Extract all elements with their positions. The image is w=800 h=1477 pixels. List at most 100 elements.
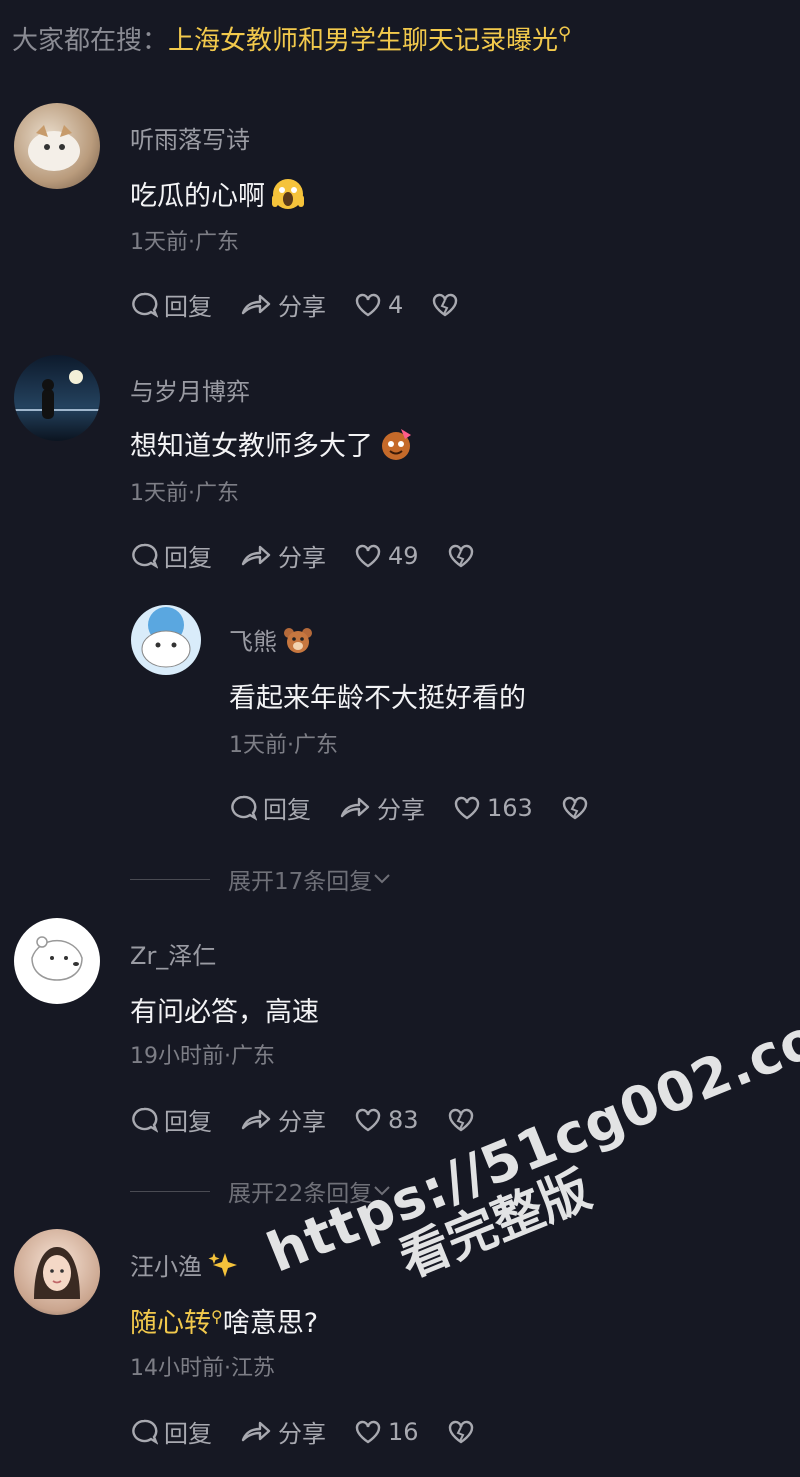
share-label: 分享 bbox=[278, 1420, 326, 1448]
speech-bubble-icon bbox=[231, 795, 257, 821]
dislike-button[interactable] bbox=[447, 543, 481, 569]
search-icon: ⚲ bbox=[211, 1307, 223, 1326]
comment-actions: 回复 分享 16 bbox=[130, 1414, 509, 1449]
search-link[interactable]: 随心转 bbox=[130, 1308, 211, 1339]
reply-label: 回复 bbox=[164, 544, 212, 572]
like-button[interactable]: 83 bbox=[354, 1106, 419, 1134]
heart-icon bbox=[355, 1420, 381, 1443]
like-count: 4 bbox=[388, 290, 404, 319]
reply-author[interactable]: 飞熊 bbox=[229, 622, 313, 660]
like-count: 83 bbox=[388, 1105, 419, 1134]
like-button[interactable]: 16 bbox=[354, 1418, 419, 1446]
expand-replies-button[interactable]: 展开17条回复 bbox=[130, 862, 392, 896]
avatar[interactable] bbox=[14, 103, 100, 189]
avatar[interactable] bbox=[14, 918, 100, 1004]
share-arrow-icon bbox=[241, 1421, 271, 1441]
reply-author-name: 飞熊 bbox=[229, 628, 277, 656]
like-button[interactable]: 49 bbox=[354, 542, 419, 570]
broken-heart-icon bbox=[448, 1420, 473, 1443]
share-label: 分享 bbox=[377, 796, 425, 824]
comment-text: 随心转⚲啥意思? bbox=[130, 1301, 318, 1340]
reply-label: 回复 bbox=[263, 796, 311, 824]
comment-text: 有问必答，高速 bbox=[130, 997, 319, 1028]
search-prefix: 大家都在搜： bbox=[12, 26, 169, 56]
polar-bear-avatar-icon bbox=[31, 936, 83, 981]
search-suggestion-bar[interactable]: 大家都在搜：上海女教师和男学生聊天记录曝光⚲ bbox=[12, 20, 571, 57]
sparkles-emoji-icon bbox=[208, 1250, 238, 1286]
like-button[interactable]: 163 bbox=[453, 794, 533, 822]
comment-author[interactable]: Zr_泽仁 bbox=[130, 936, 216, 971]
comment-text-content: 啥意思? bbox=[222, 1308, 319, 1339]
reply-button[interactable]: 回复 bbox=[130, 538, 212, 573]
reply-button[interactable]: 回复 bbox=[229, 790, 311, 825]
comment-meta: 14小时前·江苏 bbox=[130, 1356, 275, 1381]
comment-author[interactable]: 听雨落写诗 bbox=[130, 120, 250, 155]
chevron-down-icon bbox=[374, 874, 390, 884]
reply-button[interactable]: 回复 bbox=[130, 1414, 212, 1449]
heart-icon bbox=[454, 796, 480, 819]
scream-emoji-icon bbox=[271, 177, 305, 218]
comment-actions: 回复 分享 83 bbox=[130, 1102, 509, 1137]
night-sea-avatar-icon bbox=[14, 370, 100, 419]
expand-replies-label: 展开22条回复 bbox=[228, 1181, 373, 1207]
share-arrow-icon bbox=[241, 1109, 271, 1129]
share-arrow-icon bbox=[241, 545, 271, 565]
cat-avatar-icon bbox=[28, 125, 80, 171]
speech-bubble-icon bbox=[132, 543, 158, 569]
speech-bubble-icon bbox=[132, 1107, 158, 1133]
broken-heart-icon bbox=[562, 796, 588, 819]
reply-actions: 回复 分享 163 bbox=[229, 790, 623, 825]
party-face-emoji-icon bbox=[379, 427, 413, 468]
bear-face-emoji-icon bbox=[283, 626, 313, 660]
reply-button[interactable]: 回复 bbox=[130, 287, 212, 322]
dislike-button[interactable] bbox=[447, 1107, 481, 1133]
reply-label: 回复 bbox=[164, 1108, 212, 1136]
comment-author[interactable]: 与岁月博弈 bbox=[130, 372, 250, 407]
dislike-button[interactable] bbox=[447, 1419, 481, 1445]
search-icon: ⚲ bbox=[558, 23, 572, 45]
share-arrow-icon bbox=[241, 294, 271, 314]
broken-heart-icon bbox=[433, 293, 458, 316]
cartoon-avatar-icon bbox=[141, 607, 191, 668]
share-button[interactable]: 分享 bbox=[240, 538, 326, 573]
divider-line bbox=[130, 1190, 210, 1192]
share-button[interactable]: 分享 bbox=[240, 1414, 326, 1449]
comment-author-name: 汪小渔 bbox=[130, 1253, 202, 1281]
divider-line bbox=[130, 878, 210, 880]
reply-button[interactable]: 回复 bbox=[130, 1102, 212, 1137]
search-query-link[interactable]: 上海女教师和男学生聊天记录曝光 bbox=[168, 26, 558, 56]
dislike-button[interactable] bbox=[431, 292, 465, 318]
share-button[interactable]: 分享 bbox=[339, 790, 425, 825]
heart-icon bbox=[355, 293, 381, 316]
share-label: 分享 bbox=[278, 544, 326, 572]
broken-heart-icon bbox=[448, 544, 473, 567]
avatar[interactable] bbox=[131, 605, 201, 675]
person-avatar-icon bbox=[34, 1247, 80, 1299]
like-count: 163 bbox=[487, 793, 533, 822]
share-label: 分享 bbox=[278, 293, 326, 321]
expand-replies-button[interactable]: 展开22条回复 bbox=[130, 1174, 392, 1208]
broken-heart-icon bbox=[448, 1108, 473, 1131]
like-button[interactable]: 4 bbox=[354, 291, 403, 319]
comment-text: 想知道女教师多大了 bbox=[130, 424, 413, 468]
speech-bubble-icon bbox=[132, 1419, 158, 1445]
share-button[interactable]: 分享 bbox=[240, 1102, 326, 1137]
speech-bubble-icon bbox=[132, 292, 158, 318]
comment-text-content: 想知道女教师多大了 bbox=[130, 431, 373, 462]
chevron-down-icon bbox=[374, 1186, 390, 1196]
avatar[interactable] bbox=[14, 355, 100, 441]
avatar[interactable] bbox=[14, 1229, 100, 1315]
share-button[interactable]: 分享 bbox=[240, 287, 326, 322]
reply-meta: 1天前·广东 bbox=[229, 733, 338, 758]
comment-meta: 1天前·广东 bbox=[130, 481, 239, 506]
comment-text-content: 吃瓜的心啊 bbox=[130, 181, 265, 212]
comment-text: 吃瓜的心啊 bbox=[130, 174, 305, 218]
comment-actions: 回复 分享 4 bbox=[130, 287, 493, 322]
share-arrow-icon bbox=[340, 797, 370, 817]
dislike-button[interactable] bbox=[561, 795, 595, 821]
comment-author[interactable]: 汪小渔 bbox=[130, 1247, 238, 1286]
reply-text: 看起来年龄不大挺好看的 bbox=[229, 683, 526, 714]
expand-replies-label: 展开17条回复 bbox=[228, 869, 373, 895]
heart-icon bbox=[355, 544, 381, 567]
heart-icon bbox=[355, 1108, 381, 1131]
